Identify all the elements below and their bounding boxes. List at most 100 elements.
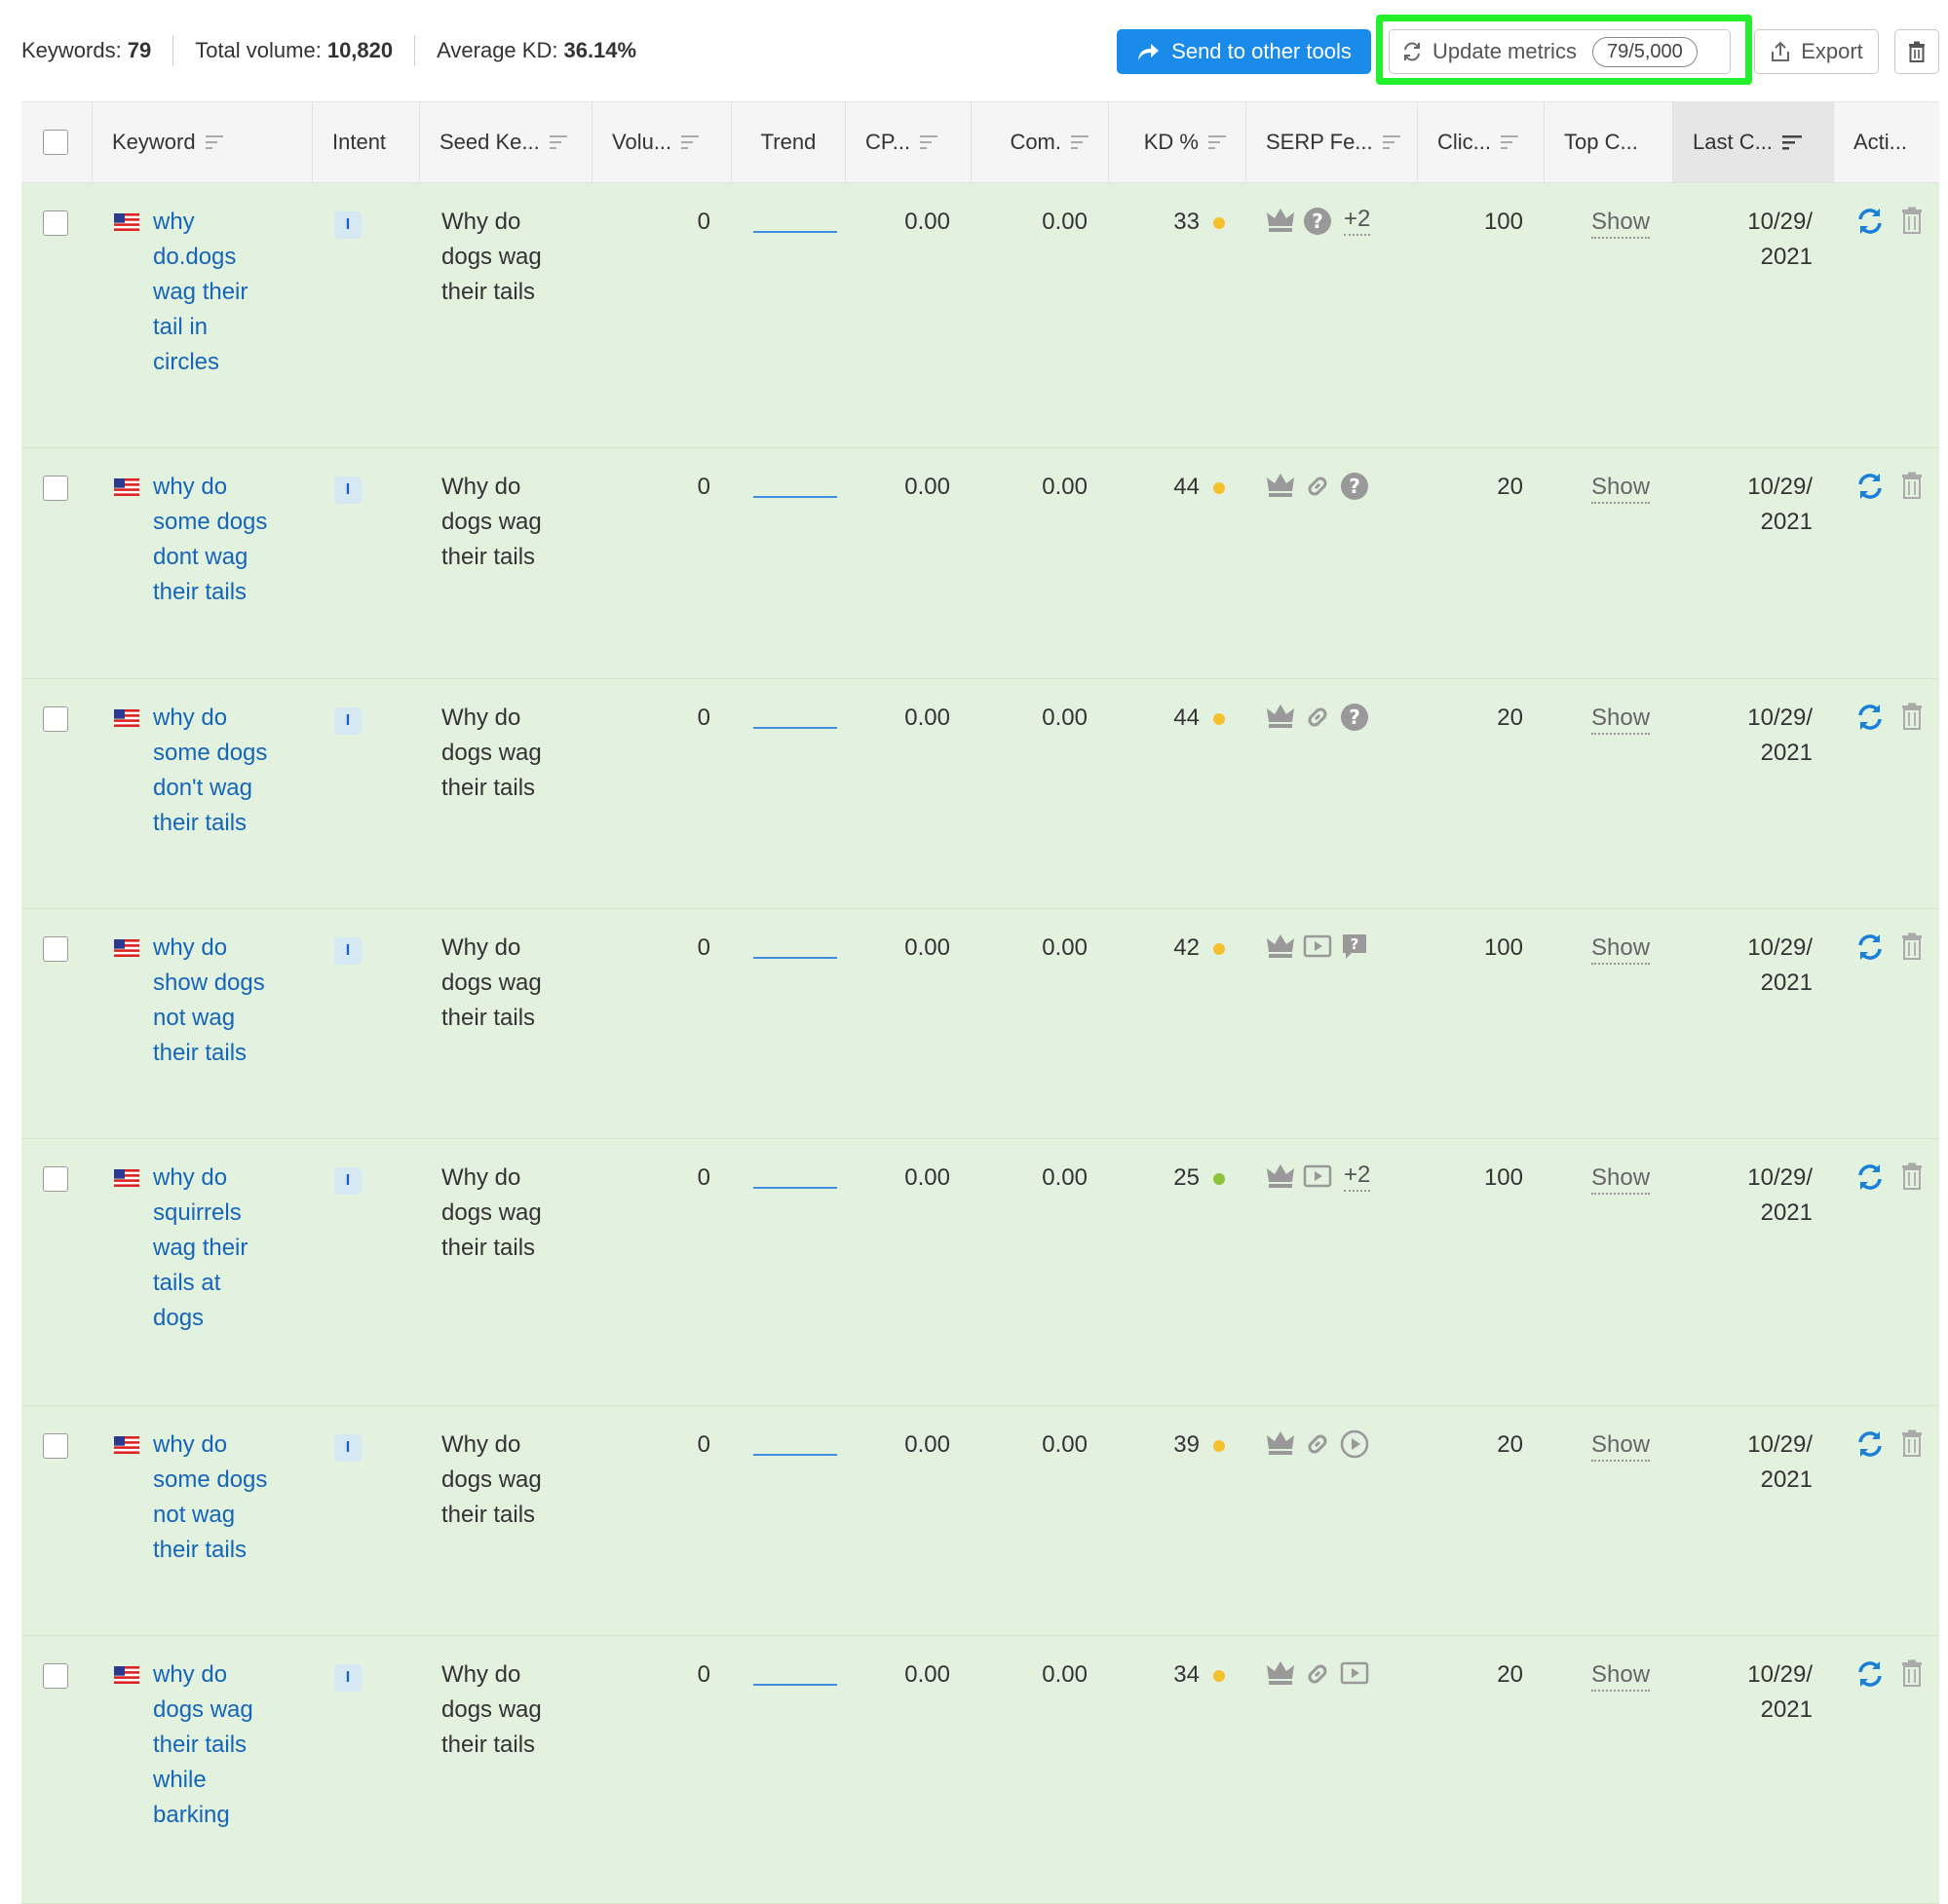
show-link[interactable]: Show [1591,704,1651,735]
column-label: KD % [1143,130,1199,154]
volume-cell: 0 [697,209,710,235]
column-kd[interactable]: KD % [1109,102,1246,182]
export-button[interactable]: Export [1754,29,1879,74]
sort-icon[interactable] [205,134,223,150]
last-checked-cell: 10/29/2021 [1673,1139,1834,1405]
sort-icon[interactable] [1071,134,1089,150]
intent-badge[interactable]: I [334,707,362,735]
column-cpc[interactable]: CP... [846,102,972,182]
keyword-link[interactable]: why do some dogs not wag their tails [153,1428,270,1568]
intent-badge[interactable]: I [334,937,362,965]
column-label: Acti... [1853,130,1908,154]
keyword-line-1: some dogs [153,740,268,766]
keyword-link[interactable]: why do squirrels wag their tails at dogs [153,1161,270,1336]
intent-badge[interactable]: I [334,211,362,239]
keyword-link[interactable]: why do show dogs not wag their tails [153,931,270,1071]
trend-sparkline [753,957,837,959]
keyword-line-2: not wag [153,1005,236,1031]
trash-icon[interactable] [1900,207,1924,234]
intent-badge[interactable]: I [334,476,362,504]
send-to-other-tools-button[interactable]: Send to other tools [1117,29,1371,74]
sort-desc-icon[interactable] [1781,134,1802,150]
keyword-line-1: dogs wag [153,1696,253,1723]
trash-icon[interactable] [1900,1659,1924,1687]
intent-cell: I [313,909,420,1138]
row-checkbox[interactable] [43,476,68,501]
trash-icon[interactable] [1900,1429,1924,1457]
trash-icon[interactable] [1900,703,1924,730]
competition-cell: 0.00 [1042,1431,1088,1458]
sort-icon[interactable] [920,134,938,150]
column-trend[interactable]: Trend [732,102,846,182]
column-intent[interactable]: Intent [313,102,420,182]
serp-more-link[interactable]: +2 [1344,205,1371,236]
column-keyword[interactable]: Keyword [93,102,313,182]
row-checkbox[interactable] [43,706,68,732]
svg-text:?: ? [1349,705,1360,729]
date-line-1: 2021 [1760,740,1813,766]
show-link[interactable]: Show [1591,1163,1651,1195]
refresh-icon[interactable] [1855,703,1885,732]
intent-badge[interactable]: I [334,1167,362,1195]
column-last-checked[interactable]: Last C... [1673,102,1834,182]
show-link[interactable]: Show [1591,473,1651,504]
intent-cell: I [313,448,420,678]
date-line-1: 2021 [1760,970,1813,996]
row-checkbox[interactable] [43,936,68,962]
refresh-icon[interactable] [1855,1429,1885,1459]
clicks-cell: 100 [1483,934,1523,961]
seed-keyword-cell: Why do dogs wag their tails [420,183,592,447]
us-flag-icon [114,478,139,496]
keyword-link[interactable]: why do dogs wag their tails while barking [153,1657,270,1833]
average-kd: Average KD: 36.14% [437,38,636,63]
refresh-icon[interactable] [1855,1162,1885,1192]
show-link[interactable]: Show [1591,933,1651,965]
sort-icon[interactable] [1501,134,1518,150]
intent-badge[interactable]: I [334,1434,362,1462]
sort-icon[interactable] [1382,134,1400,150]
last-checked-cell: 10/29/2021 [1673,679,1834,908]
sort-icon[interactable] [681,134,700,150]
intent-badge[interactable]: I [334,1664,362,1692]
trash-icon[interactable] [1900,472,1924,499]
row-checkbox[interactable] [43,1433,68,1459]
refresh-icon[interactable] [1855,933,1885,962]
refresh-icon[interactable] [1855,472,1885,501]
show-link[interactable]: Show [1591,1660,1651,1692]
us-flag-icon [114,213,139,231]
keyword-link[interactable]: why do some dogs don't wag their tails [153,701,270,841]
refresh-icon[interactable] [1855,207,1885,236]
column-serp-features[interactable]: SERP Fe... [1246,102,1418,182]
keyword-line-1: do.dogs [153,244,237,270]
row-checkbox[interactable] [43,210,68,236]
refresh-icon[interactable] [1855,1659,1885,1689]
serp-more-link[interactable]: +2 [1344,1161,1371,1192]
show-link[interactable]: Show [1591,1430,1651,1462]
sort-icon[interactable] [1208,134,1226,150]
select-all-checkbox[interactable] [43,130,68,155]
seed-line-2: their tails [441,544,536,570]
column-clicks[interactable]: Clic... [1418,102,1545,182]
column-seed-keyword[interactable]: Seed Ke... [420,102,592,182]
keyword-link[interactable]: why do.dogs wag their tail in circles [153,205,270,380]
sort-icon[interactable] [549,134,567,150]
column-competition[interactable]: Com. [972,102,1109,182]
column-top-competitors[interactable]: Top C... [1545,102,1673,182]
column-label: Clic... [1437,130,1491,154]
row-checkbox[interactable] [43,1166,68,1192]
row-checkbox[interactable] [43,1663,68,1689]
last-checked-cell: 10/29/2021 [1673,448,1834,678]
kd-dot [1213,482,1225,494]
intent-cell: I [313,1139,420,1405]
kd-cell: 44 [1109,448,1246,678]
show-link[interactable]: Show [1591,208,1651,239]
trash-icon[interactable] [1900,1162,1924,1190]
kd-dot [1213,1670,1225,1682]
delete-button[interactable] [1894,29,1939,74]
column-volume[interactable]: Volu... [592,102,732,182]
row-checkbox-cell [21,183,93,447]
date-line-1: 2021 [1760,1696,1813,1723]
trash-icon[interactable] [1900,933,1924,960]
seed-line-0: Why do [441,474,521,500]
keyword-link[interactable]: why do some dogs dont wag their tails [153,470,270,610]
